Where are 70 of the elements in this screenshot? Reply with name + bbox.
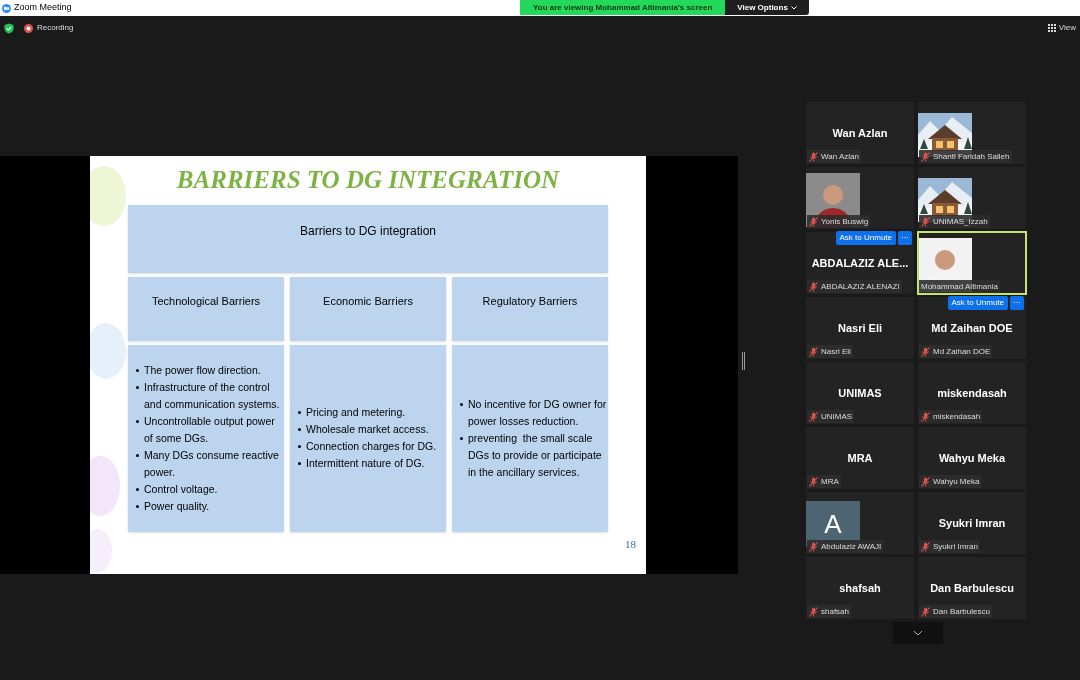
participant-name: miskendasah — [937, 385, 1007, 401]
name-label-text: Syukri Imran — [933, 540, 978, 553]
column-heading: Technological Barriers — [128, 276, 284, 341]
bullet-text: preventing the small scale DGs to provide or participate in the ancillary services. — [468, 430, 603, 480]
window-title: Zoom Meeting — [14, 1, 72, 15]
participant-tile[interactable]: Wan Azlan Wan Azlan — [806, 102, 914, 164]
participant-tile[interactable]: Wahyu Meka Wahyu Meka — [918, 427, 1026, 489]
bullet-text: Many DGs consume reactive power. — [144, 447, 280, 480]
participant-tile[interactable]: miskendasah miskendasah — [918, 362, 1026, 424]
name-label-text: Wahyu Meka — [933, 475, 980, 488]
bullet-text: Wholesale market access. — [306, 422, 429, 437]
participant-tile[interactable]: Shanti Faridah Salleh — [918, 102, 1026, 164]
participant-tile[interactable]: Syukri Imran Syukri Imran — [918, 492, 1026, 554]
participant-name: Wahyu Meka — [938, 450, 1006, 466]
name-label-text: UNIMAS — [821, 410, 853, 423]
participant-tile[interactable]: UNIMAS_Izzah — [918, 167, 1026, 229]
participant-name: ABDALAZIZ ALE... — [811, 255, 909, 271]
participant-name: Dan Barbulescu — [930, 580, 1014, 596]
participant-tile[interactable]: Ask to Unmute ··· Md Zaihan DOE Md Zaihan DOE — [918, 297, 1026, 359]
view-options-button[interactable]: View Options — [725, 0, 809, 15]
bullet-text: Uncontrollable output power of some DGs. — [144, 413, 276, 446]
name-label-text: Nasri Eli — [821, 345, 851, 358]
name-label-text: shafsah — [821, 605, 850, 618]
table-header: Barriers to DG integration — [128, 204, 608, 273]
view-button[interactable]: View — [1047, 22, 1076, 34]
bullet-text: Intermittent nature of DG. — [306, 456, 425, 471]
participant-tile[interactable]: UNIMAS UNIMAS — [806, 362, 914, 424]
ask-to-unmute-button[interactable]: Ask to Unmute — [835, 231, 896, 245]
recording-label: Recording — [37, 22, 74, 34]
name-label-text: Shanti Faridah Salleh — [933, 150, 1010, 163]
participant-tile[interactable]: Dan Barbulescu Dan Barbulescu — [918, 557, 1026, 619]
participant-tile[interactable]: Mohammad Altimania — [918, 232, 1026, 294]
bullet-text: Power quality. — [144, 498, 210, 514]
slide-title: BARRIERS TO DG INTEGRATION — [176, 165, 560, 195]
bullet-text: Control voltage. — [144, 481, 218, 497]
participant-name: Md Zaihan DOE — [931, 320, 1013, 336]
name-label-text: Wan Azlan — [821, 150, 859, 163]
column-heading: Regulatory Barriers — [452, 276, 608, 341]
name-label-text: Dan Barbulescu — [933, 605, 990, 618]
name-label-text: ABDALAZIZ ALENAZI — [821, 280, 900, 293]
participant-name: Syukri Imran — [938, 515, 1006, 531]
page-number: 18 — [625, 536, 636, 552]
bullet-text: The power flow direction. — [144, 362, 261, 378]
ask-to-unmute-button[interactable]: Ask to Unmute — [947, 296, 1008, 310]
participant-tile[interactable]: Ask to Unmute ··· ABDALAZIZ ALE... ABDALAZIZ ALENAZI — [806, 232, 914, 294]
name-label-text: UNIMAS_Izzah — [933, 215, 988, 228]
participant-name: MRA — [847, 450, 873, 466]
bullet-text: Infrastructure of the control and communication systems. — [144, 379, 281, 412]
name-label-text: Mohammad Altimania — [921, 280, 998, 293]
sharing-banner: You are viewing Mohammad Altimania's screen — [520, 0, 726, 15]
name-label-text: Yonis Buswig — [821, 215, 869, 228]
participant-tile[interactable]: A Abdulaziz AWAJI — [806, 492, 914, 554]
participant-name: shafsah — [839, 580, 881, 596]
more-button[interactable]: ··· — [898, 231, 912, 245]
participant-name: Wan Azlan — [832, 125, 888, 141]
more-button[interactable]: ··· — [1010, 296, 1024, 310]
participant-tile[interactable]: Nasri Eli Nasri Eli — [806, 297, 914, 359]
participant-name: UNIMAS — [838, 385, 882, 401]
name-label-text: MRA — [821, 475, 839, 488]
name-label-text: miskendasah — [933, 410, 981, 423]
participant-tile[interactable]: Yonis Buswig — [806, 167, 914, 229]
name-label-text: Md Zaihan DOE — [933, 345, 991, 358]
column-heading: Economic Barriers — [290, 276, 446, 341]
bullet-text: No incentive for DG owner for power losses reduction. — [468, 396, 607, 429]
bullet-text: Pricing and metering. — [306, 405, 406, 420]
participant-tile[interactable]: shafsah shafsah — [806, 557, 914, 619]
participant-name: Nasri Eli — [838, 320, 882, 336]
participant-tile[interactable]: MRA MRA — [806, 427, 914, 489]
name-label-text: Abdulaziz AWAJI — [821, 540, 882, 553]
bullet-text: Connection charges for DG. — [306, 439, 437, 454]
